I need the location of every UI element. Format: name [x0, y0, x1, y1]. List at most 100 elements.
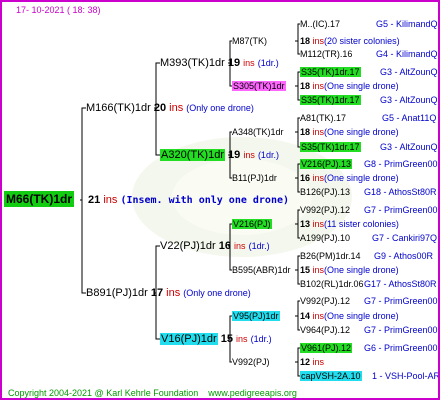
gen4-node[interactable]: M112(TR).16 [300, 49, 352, 60]
root-ins-count: 21 [88, 194, 101, 206]
gen4-name[interactable]: B26(PM)1dr.14 [300, 251, 361, 261]
gen1-node[interactable]: B891(PJ)1dr 17 ins (Only one drone) [86, 287, 251, 300]
gen4-name[interactable]: capVSH-2A.10 [300, 371, 362, 381]
gen2-name[interactable]: A320(TK)1dr [160, 149, 225, 161]
gen4-node[interactable]: A81(TK).17 [300, 113, 346, 124]
gen3-ins-note: (11 sister colonies) [324, 219, 399, 229]
gen1-node[interactable]: M166(TK)1dr 20 ins (Only one drone) [86, 102, 254, 115]
gen3-ins-note: (One single drone) [324, 127, 399, 137]
gen2-node[interactable]: M393(TK)1dr 19 ins (1dr.) [160, 57, 279, 70]
root-ins-label: ins [103, 194, 118, 206]
gen3-node[interactable]: B11(PJ)1dr [232, 173, 277, 184]
gen2-node[interactable]: V16(PJ)1dr 15 ins (1dr.) [160, 333, 272, 346]
gen3-node[interactable]: V95(PJ)1dr [232, 311, 280, 322]
gen4-node[interactable]: V964(PJ).12 [300, 325, 350, 336]
gen3-node[interactable]: A348(TK)1dr [232, 127, 284, 138]
gen3-ins-label: ins [312, 311, 325, 321]
gen3-ins-count: 16 [300, 173, 311, 183]
gen4-name[interactable]: B126(PJ).13 [300, 187, 350, 197]
footer: Copyright 2004-2021 @ Karl Kehrle Founda… [8, 388, 297, 398]
gen4-name[interactable]: S35(TK)1dr.17 [300, 67, 361, 77]
gen2-ins-note: (1dr.) [250, 334, 272, 344]
gen2-name[interactable]: V22(PJ)1dr [160, 240, 216, 252]
gen4-node[interactable]: S35(TK)1dr.17 [300, 67, 361, 78]
gen3-ins-label: ins [312, 173, 325, 183]
gen1-ins-note: (Only one drone) [183, 288, 251, 298]
gen4-code: G5 - Anat11Q [382, 113, 437, 123]
gen3-name[interactable]: S305(TK)1dr [232, 81, 286, 91]
gen4-node[interactable]: S35(TK)1dr.17 [300, 95, 361, 106]
gen3-name[interactable]: V216(PJ) [232, 219, 272, 229]
gen4-name[interactable]: A199(PJ).10 [300, 233, 350, 243]
gen4-code: G9 - Athos00R [374, 251, 434, 261]
gen4-code: 1 - VSH-Pool-AR [372, 371, 440, 381]
pedigree-frame: 17- 10-2021 ( 18: 38) M66(TK)1dr 21 ins … [0, 0, 440, 400]
gen2-name[interactable]: M393(TK)1dr [160, 57, 225, 69]
gen4-name[interactable]: V964(PJ).12 [300, 325, 350, 335]
gen4-code: G17 - AthosSt80R [364, 279, 437, 289]
gen2-ins-note: (1dr.) [257, 58, 279, 68]
gen4-node[interactable]: B26(PM)1dr.14 [300, 251, 361, 262]
gen3-node[interactable]: B595(ABR)1dr [232, 265, 291, 276]
gen2-name[interactable]: V16(PJ)1dr [160, 333, 218, 345]
gen3-ins-label: ins [312, 81, 325, 91]
gen4-name[interactable]: A81(TK).17 [300, 113, 346, 123]
gen1-ins-note: (Only one drone) [186, 103, 254, 113]
gen4-node[interactable]: M..(IC).17 [300, 19, 340, 30]
gen4-name[interactable]: V992(PJ).12 [300, 205, 350, 215]
gen4-code: G7 - PrimGreen00 [364, 325, 438, 335]
gen3-node[interactable]: M87(TK) [232, 36, 267, 47]
gen4-name[interactable]: S35(TK)1dr.17 [300, 142, 361, 152]
gen3-name[interactable]: M87(TK) [232, 36, 267, 46]
gen3-name[interactable]: V992(PJ) [232, 357, 270, 367]
gen3-name[interactable]: A348(TK)1dr [232, 127, 284, 137]
gen1-ins-label: ins [166, 287, 181, 299]
gen4-code: G3 - AltZounQ [380, 95, 438, 105]
gen2-ins-label: ins [243, 58, 255, 68]
gen3-ins-info: 18 ins(One single drone) [300, 81, 399, 92]
gen4-node[interactable]: A199(PJ).10 [300, 233, 350, 244]
gen3-ins-count: 18 [300, 81, 311, 91]
gen4-name[interactable]: M..(IC).17 [300, 19, 340, 29]
gen4-name[interactable]: B102(RL)1dr.06 [300, 279, 364, 289]
root-queen[interactable]: M66(TK)1dr [4, 191, 75, 207]
gen4-node[interactable]: capVSH-2A.10 [300, 371, 362, 382]
gen3-ins-count: 12 [300, 357, 311, 367]
gen4-code: G7 - PrimGreen00 [364, 205, 438, 215]
gen4-node[interactable]: V992(PJ).12 [300, 205, 350, 216]
gen3-name[interactable]: B11(PJ)1dr [232, 173, 277, 183]
gen4-name[interactable]: V216(PJ).13 [300, 159, 353, 169]
gen2-ins-label: ins [243, 150, 255, 160]
gen4-code: G18 - AthosSt80R [364, 187, 437, 197]
gen3-ins-count: 14 [300, 311, 311, 321]
gen1-name[interactable]: B891(PJ)1dr [86, 287, 148, 299]
gen4-name[interactable]: M112(TR).16 [300, 49, 352, 59]
gen1-name[interactable]: M166(TK)1dr [86, 102, 151, 114]
gen3-ins-note: (One single drone) [324, 311, 399, 321]
gen4-name[interactable]: V992(PJ).12 [300, 296, 350, 306]
gen4-node[interactable]: B102(RL)1dr.06 [300, 279, 364, 290]
gen4-node[interactable]: V992(PJ).12 [300, 296, 350, 307]
gen3-ins-label: ins [312, 265, 325, 275]
gen4-node[interactable]: S35(TK)1dr.17 [300, 142, 361, 153]
gen4-node[interactable]: V216(PJ).13 [300, 159, 353, 170]
gen3-ins-note: (One single drone) [324, 265, 399, 275]
gen4-name[interactable]: V961(PJ).12 [300, 343, 353, 353]
gen3-name[interactable]: V95(PJ)1dr [232, 311, 280, 321]
gen2-node[interactable]: A320(TK)1dr 19 ins (1dr.) [160, 149, 279, 162]
gen4-node[interactable]: V961(PJ).12 [300, 343, 353, 354]
gen3-name[interactable]: B595(ABR)1dr [232, 265, 291, 275]
gen4-code: G3 - AltZounQ [380, 142, 438, 152]
gen3-ins-count: 13 [300, 219, 311, 229]
gen4-name[interactable]: S35(TK)1dr.17 [300, 95, 361, 105]
gen3-ins-info: 14 ins(One single drone) [300, 311, 399, 322]
site-link[interactable]: www.pedigreeapis.org [208, 388, 297, 398]
gen2-node[interactable]: V22(PJ)1dr 16 ins (1dr.) [160, 240, 270, 253]
gen2-ins-count: 16 [218, 240, 231, 252]
gen3-node[interactable]: V992(PJ) [232, 357, 270, 368]
gen3-ins-label: ins [312, 36, 325, 46]
gen3-node[interactable]: S305(TK)1dr [232, 81, 286, 92]
gen3-node[interactable]: V216(PJ) [232, 219, 272, 230]
gen4-code: G7 - Cankiri97Q [372, 233, 438, 243]
gen4-node[interactable]: B126(PJ).13 [300, 187, 350, 198]
